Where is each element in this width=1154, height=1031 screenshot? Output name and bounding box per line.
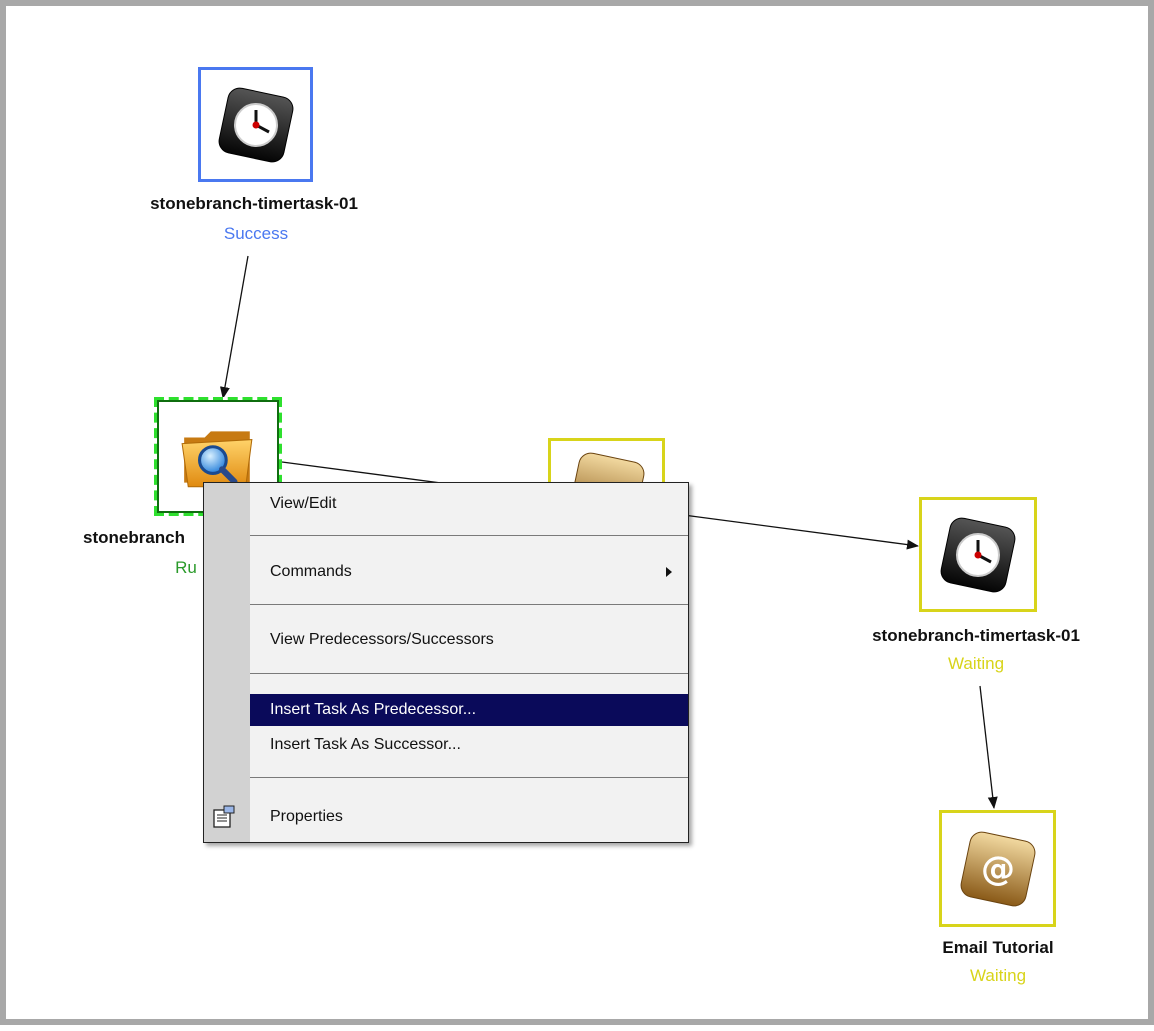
- properties-icon: [213, 805, 235, 828]
- menu-separator: [250, 673, 688, 674]
- timer-task-icon: [940, 517, 1016, 592]
- menu-separator: [250, 604, 688, 605]
- menu-gutter: [204, 483, 250, 842]
- menu-item-insert-successor[interactable]: Insert Task As Successor...: [250, 732, 688, 758]
- task-status-email: Waiting: [969, 966, 1027, 985]
- menu-item-commands-label: Commands: [270, 563, 352, 580]
- menu-item-properties[interactable]: Properties: [250, 804, 688, 830]
- task-name-timer-top: stonebranch-timertask-01: [150, 194, 358, 213]
- menu-item-insert-predecessor[interactable]: Insert Task As Predecessor...: [250, 694, 688, 726]
- task-node-email[interactable]: @: [939, 810, 1056, 927]
- task-name-folder: stonebranch: [82, 528, 186, 547]
- workflow-canvas[interactable]: stonebranch-timertask-01 Success stonebr…: [0, 0, 1154, 1025]
- svg-text:@: @: [981, 849, 1015, 889]
- submenu-arrow-icon: [666, 567, 672, 577]
- task-name-email: Email Tutorial: [942, 938, 1054, 957]
- timer-task-icon: [218, 87, 293, 162]
- task-node-timer-right[interactable]: [919, 497, 1037, 612]
- task-node-timer-top[interactable]: [198, 67, 313, 182]
- menu-separator: [250, 535, 688, 536]
- email-task-icon: @: [960, 831, 1035, 906]
- task-status-timer-right: Waiting: [947, 654, 1005, 673]
- task-status-timer-top: Success: [223, 224, 289, 243]
- task-name-timer-right: stonebranch-timertask-01: [872, 626, 1080, 645]
- context-menu: View/Edit Commands View Predecessors/Suc…: [203, 482, 689, 843]
- edge-timer-right-to-email: [979, 685, 998, 809]
- edge-timer-to-folder: [219, 255, 249, 399]
- task-status-folder: Ru: [175, 558, 197, 577]
- menu-separator: [250, 777, 688, 778]
- menu-item-commands[interactable]: Commands: [250, 559, 688, 585]
- menu-item-view-predecessors-successors[interactable]: View Predecessors/Successors: [250, 627, 688, 653]
- menu-item-view-edit[interactable]: View/Edit: [250, 491, 688, 517]
